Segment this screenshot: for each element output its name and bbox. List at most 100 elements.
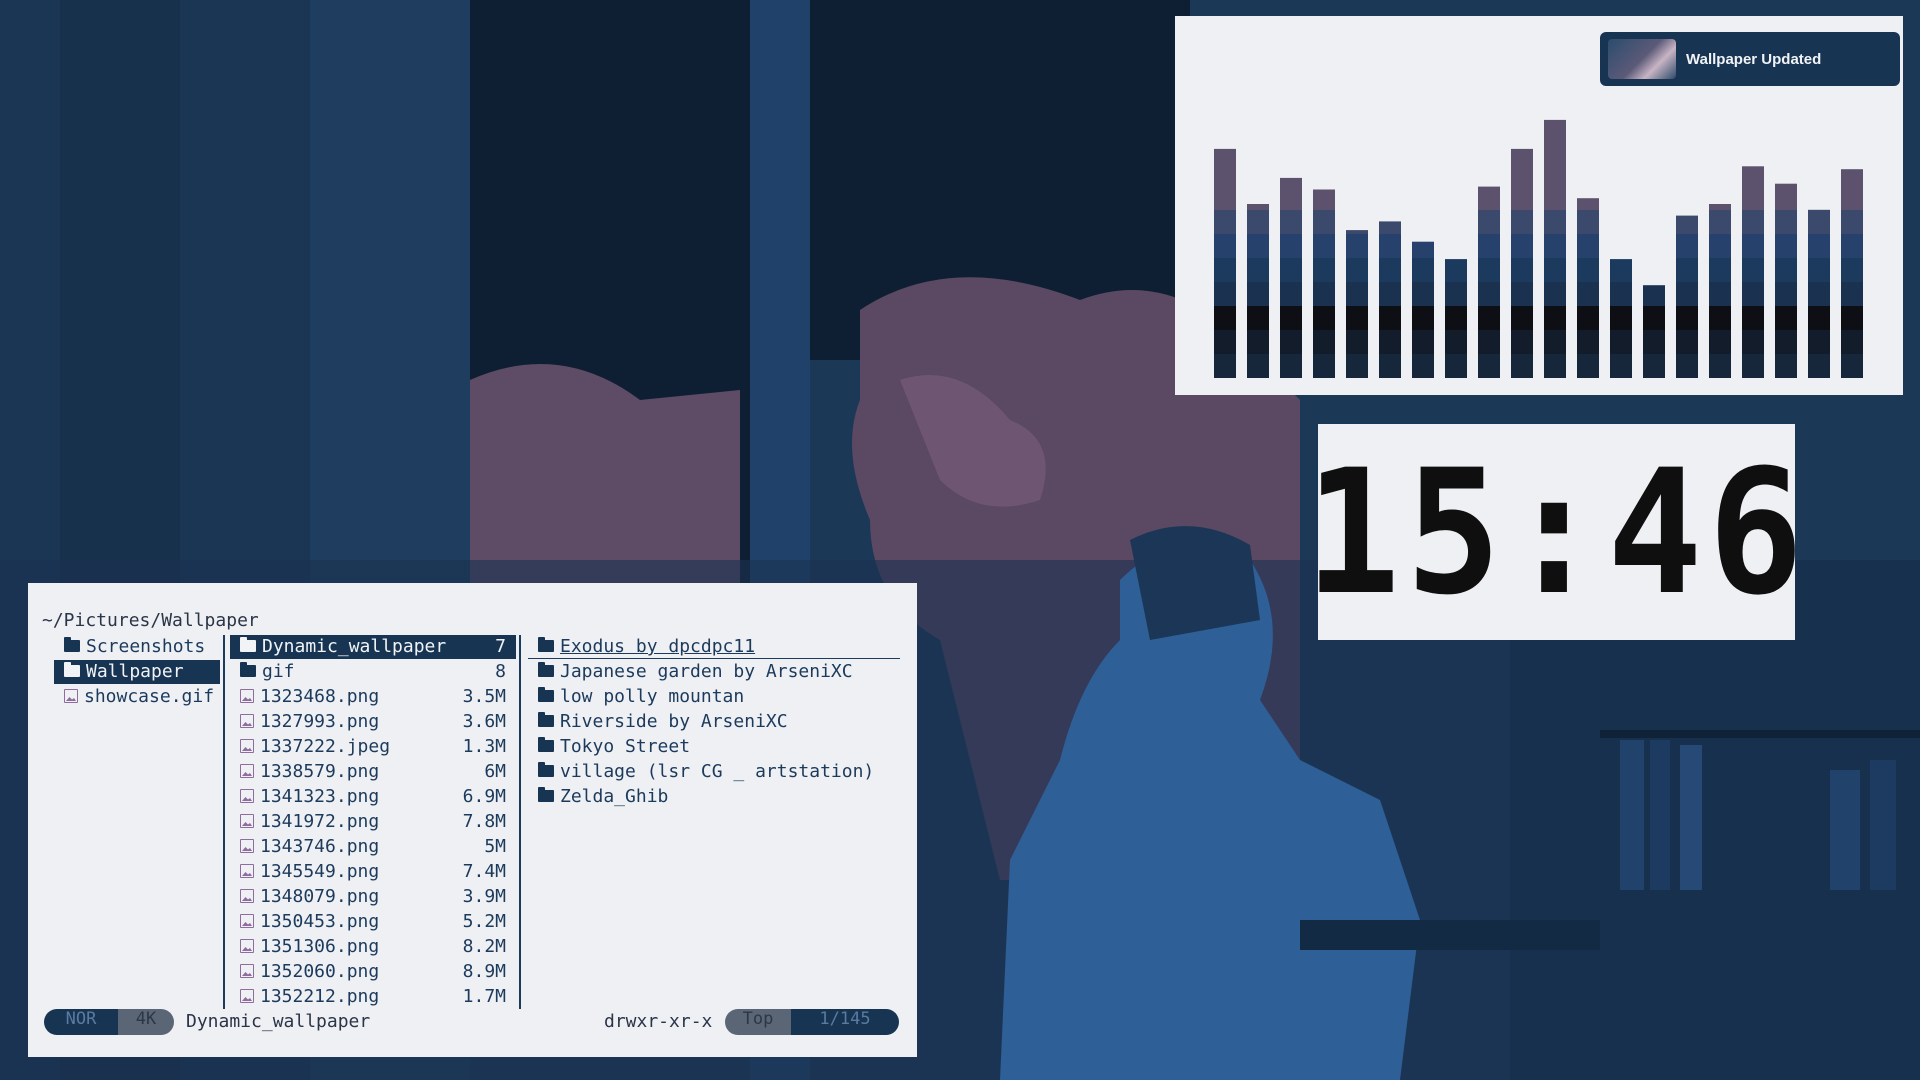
list-item[interactable]: 1350453.png 5.2M [230,910,516,934]
image-file-icon [240,839,254,853]
item-size: 3.6M [462,711,506,732]
list-item[interactable]: Dynamic_wallpaper 7 [230,635,516,659]
folder-icon [538,662,554,677]
item-name: 1352060.png [260,961,380,982]
folder-icon [240,637,256,652]
item-name: 1337222.jpeg [260,736,391,757]
status-current-name: Dynamic_wallpaper [186,1011,371,1032]
visualizer-bar [1544,119,1566,378]
item-size: 1.3M [462,736,506,757]
item-size: 1.7M [462,986,506,1007]
visualizer-bar [1346,230,1368,378]
item-name: 1352212.png [260,986,380,1007]
list-item[interactable]: showcase.gif [54,685,220,709]
visualizer-bar [1742,166,1764,378]
list-item[interactable]: 1341323.png 6.9M [230,785,516,809]
visualizer-bar [1676,215,1698,378]
item-name: 1341323.png [260,786,380,807]
visualizer-bar [1445,259,1467,378]
item-size: 3.9M [462,886,506,907]
list-item[interactable]: 1352060.png 8.9M [230,960,516,984]
item-size: 7 [495,636,506,657]
preview-item[interactable]: Japanese garden by ArseniXC [528,660,900,684]
mode-indicator: NOR 4K [44,1009,174,1035]
folder-icon [538,712,554,727]
image-file-icon [240,689,254,703]
preview-item[interactable]: Tokyo Street [528,735,900,759]
item-name: 1350453.png [260,911,380,932]
visualizer-bar [1841,169,1863,378]
visualizer-bar [1643,285,1665,378]
item-name: 1351306.png [260,936,380,957]
visualizer-bar [1775,183,1797,378]
item-size: 3.5M [462,686,506,707]
visualizer-bar [1808,209,1830,378]
size-label: 4K [118,1009,174,1035]
clock-time: 15:46 [1304,431,1809,633]
folder-icon [538,762,554,777]
notification-toast[interactable]: Wallpaper Updated [1600,32,1900,86]
preview-item[interactable]: Zelda_Ghib [528,785,900,809]
preview-item[interactable]: village (lsr CG _ artstation) [528,760,900,784]
item-size: 6.9M [462,786,506,807]
image-file-icon [240,739,254,753]
folder-icon [64,637,80,652]
clock-widget: 15:46 [1305,424,1803,640]
item-name: 1343746.png [260,836,380,857]
position-label: Top [725,1009,791,1035]
item-size: 5M [484,836,506,857]
image-file-icon [240,864,254,878]
item-name: low polly mountan [560,686,745,707]
folder-icon [64,662,80,677]
image-file-icon [64,689,78,703]
list-item[interactable]: 1338579.png 6M [230,760,516,784]
item-name: 1323468.png [260,686,380,707]
visualizer-bar [1412,241,1434,378]
item-size: 7.4M [462,861,506,882]
image-file-icon [240,914,254,928]
item-size: 7.8M [462,811,506,832]
notification-title: Wallpaper Updated [1686,50,1822,68]
column-divider [519,635,521,1009]
preview-item[interactable]: Riverside by ArseniXC [528,710,900,734]
list-item[interactable]: 1345549.png 7.4M [230,860,516,884]
list-item[interactable]: 1348079.png 3.9M [230,885,516,909]
folder-icon [538,737,554,752]
list-item[interactable]: 1327993.png 3.6M [230,710,516,734]
image-file-icon [240,714,254,728]
item-name: Dynamic_wallpaper [262,636,447,657]
image-file-icon [240,939,254,953]
list-item[interactable]: 1341972.png 7.8M [230,810,516,834]
item-count: 1/145 [791,1009,899,1035]
notification-thumbnail [1608,39,1676,79]
folder-icon [240,662,256,677]
column-divider [223,635,225,1009]
list-item[interactable]: Wallpaper [54,660,220,684]
list-item[interactable]: 1351306.png 8.2M [230,935,516,959]
list-item[interactable]: 1343746.png 5M [230,835,516,859]
item-name: Exodus by dpcdpc11 [560,636,756,657]
visualizer-bar [1214,148,1236,378]
folder-icon [538,687,554,702]
visualizer-bar [1709,204,1731,378]
image-file-icon [240,814,254,828]
current-path: ~/Pictures/Wallpaper [42,610,259,631]
visualizer-bar [1577,198,1599,378]
visualizer-bar [1247,204,1269,378]
preview-item[interactable]: Exodus by dpcdpc11 [528,635,900,659]
list-item[interactable]: Screenshots [54,635,220,659]
preview-item[interactable]: low polly mountan [528,685,900,709]
list-item[interactable]: 1337222.jpeg 1.3M [230,735,516,759]
item-size: 8.2M [462,936,506,957]
item-name: 1327993.png [260,711,380,732]
image-file-icon [240,989,254,1003]
list-item[interactable]: 1323468.png 3.5M [230,685,516,709]
item-size: 8 [495,661,506,682]
item-size: 8.9M [462,961,506,982]
list-item[interactable]: 1352212.png 1.7M [230,985,516,1009]
item-name: Zelda_Ghib [560,786,669,807]
list-item[interactable]: gif 8 [230,660,516,684]
visualizer-bar [1511,148,1533,378]
item-name: Japanese garden by ArseniXC [560,661,853,682]
item-name: 1348079.png [260,886,380,907]
